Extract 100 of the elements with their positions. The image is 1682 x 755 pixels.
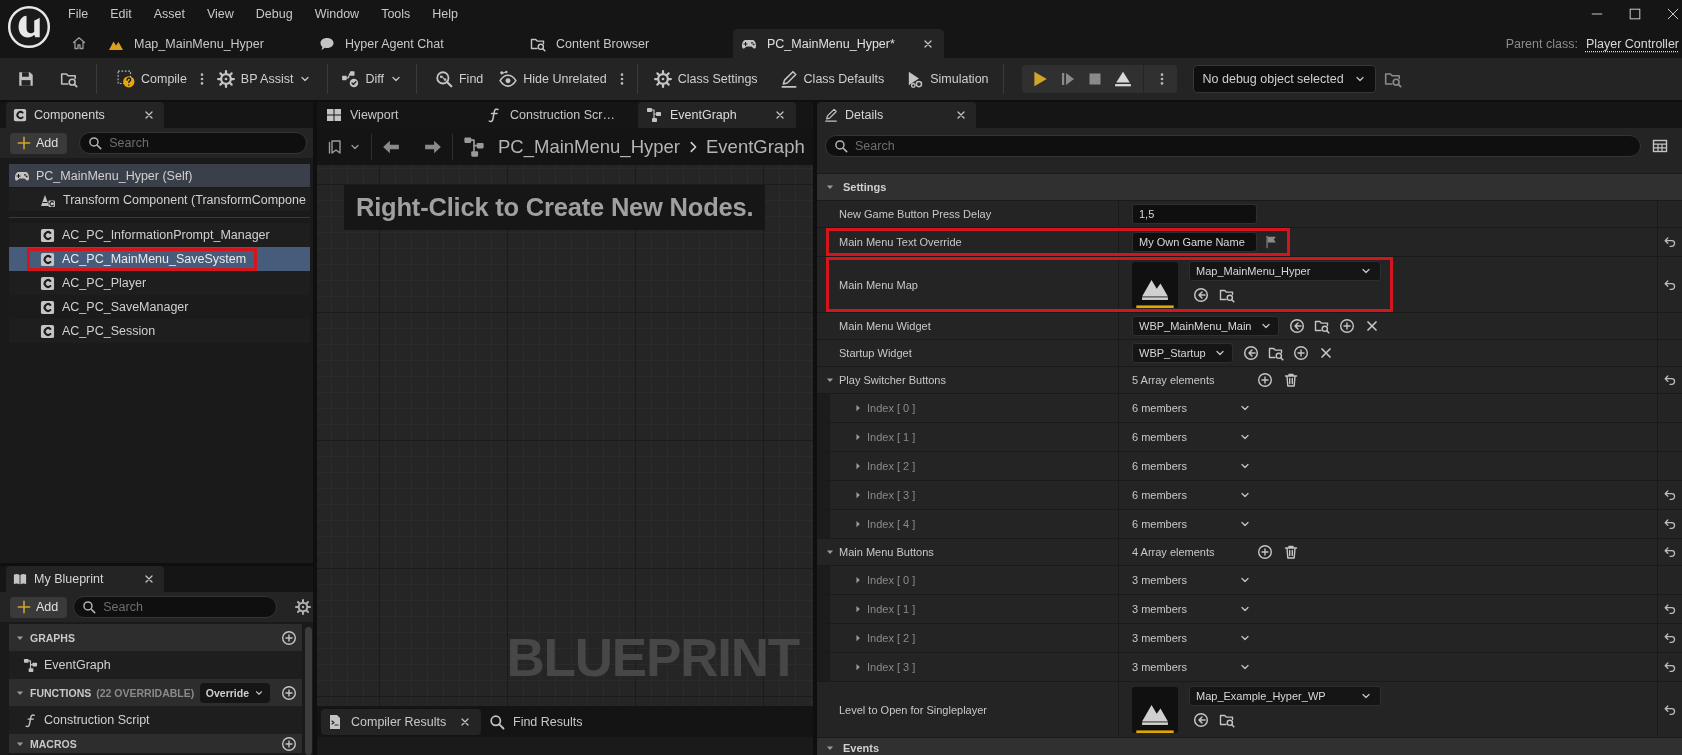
tree-item[interactable]: AC_PC_InformationPrompt_Manager [9,223,310,247]
panel-tab[interactable]: Find Results [483,708,643,735]
home-icon[interactable] [70,34,87,51]
bookmark-icon[interactable] [327,138,343,155]
find-button[interactable]: Find [434,64,484,94]
close-icon[interactable] [143,573,155,585]
panel-tab[interactable]: Components [6,102,164,128]
close-icon[interactable] [143,109,155,121]
step-icon[interactable] [1059,71,1076,87]
category-header[interactable]: Events [817,738,1682,755]
reset-icon[interactable] [1663,702,1677,717]
class-dropdown[interactable]: WBP_Startup [1132,343,1233,363]
table-icon[interactable] [1652,137,1668,154]
editor-tab[interactable]: Construction Scr… [478,102,636,128]
asset-dropdown[interactable]: Map_Example_Hyper_WP [1189,686,1381,706]
editor-tab[interactable]: Viewport [318,102,476,128]
reset-icon[interactable] [1663,631,1677,645]
panel-tab[interactable]: Compiler Results [321,708,481,735]
folder-search-icon[interactable] [1219,712,1235,728]
menu-item[interactable]: Help [421,6,470,21]
add-button[interactable]: Add [10,132,68,154]
class-dropdown[interactable]: WBP_MainMenu_Main [1132,316,1279,336]
simulation-button[interactable]: Simulation [906,64,989,94]
override-dropdown[interactable]: Override [199,682,270,703]
folder-search-icon[interactable] [1313,318,1330,334]
reset-icon[interactable] [1663,235,1677,249]
text-field[interactable]: My Own Game Name [1132,232,1257,252]
folder-search-icon[interactable] [1383,70,1402,88]
folder-search-icon[interactable] [1267,345,1284,361]
compile-button[interactable]: Compile [117,64,187,94]
reset-icon[interactable] [1663,602,1677,616]
use-selected-icon[interactable] [1193,287,1209,303]
menu-item[interactable]: Asset [142,6,196,21]
save-icon[interactable] [17,70,35,88]
add-button[interactable]: Add [10,596,68,618]
document-tab[interactable]: Content Browser [522,29,733,58]
document-tab[interactable]: PC_MainMenu_Hyper* [733,29,944,58]
use-selected-icon[interactable] [1288,318,1305,334]
list-item[interactable]: Construction Script [9,706,302,734]
use-selected-icon[interactable] [1242,345,1259,361]
category-header[interactable]: Settings [817,174,1682,201]
pencil-icon [824,108,838,122]
add-icon[interactable] [281,629,297,646]
scrollbar[interactable] [305,627,312,755]
flag-icon[interactable] [1264,235,1278,249]
settings-icon[interactable] [295,599,312,615]
search-field[interactable]: Search [73,596,278,618]
menu-item[interactable]: Tools [370,6,422,21]
menu-item[interactable]: File [57,6,100,21]
add-icon[interactable] [1292,345,1309,361]
reset-icon[interactable] [1663,517,1677,531]
asset-dropdown[interactable]: Map_MainMenu_Hyper [1189,261,1381,281]
add-icon[interactable] [281,684,297,701]
folder-search-icon[interactable] [60,70,78,88]
close-icon[interactable] [774,109,786,121]
eject-icon[interactable] [1113,70,1132,88]
app-logo-icon[interactable] [7,5,51,49]
reset-icon[interactable] [1663,277,1677,292]
trash-icon[interactable] [1283,544,1299,560]
add-icon[interactable] [1257,544,1273,560]
bp-assist-button[interactable]: BP Assist [216,64,312,94]
number-field[interactable]: 1,5 [1132,204,1257,224]
search-field[interactable]: Search [79,132,307,154]
diff-button[interactable]: Diff [341,64,402,94]
add-icon[interactable] [281,735,297,752]
menu-item[interactable]: Edit [99,6,143,21]
list-item[interactable]: EventGraph [9,651,302,679]
reset-icon[interactable] [1663,545,1677,559]
tree-item[interactable]: PC_MainMenu_Hyper (Self) [9,164,310,187]
reset-icon[interactable] [1663,660,1677,674]
class-defaults-button[interactable]: Class Defaults [779,64,885,94]
breadcrumb-item[interactable]: EventGraph [706,135,805,158]
parent-class-link[interactable]: Player Controller [1585,36,1679,51]
trash-icon[interactable] [1283,372,1299,388]
use-selected-icon[interactable] [1193,712,1209,728]
class-settings-button[interactable]: Class Settings [653,64,758,94]
reset-icon[interactable] [1663,488,1677,502]
editor-tab[interactable]: EventGraph [638,102,796,128]
document-tab[interactable]: Hyper Agent Chat [311,29,522,58]
menu-item[interactable]: Window [303,6,371,21]
menu-item[interactable]: View [195,6,245,21]
add-icon[interactable] [1338,318,1355,334]
tree-item[interactable]: Transform Component (TransformCompone [9,188,310,211]
document-tab[interactable]: Map_MainMenu_Hyper [100,29,311,58]
folder-search-icon[interactable] [1219,287,1235,303]
debug-object-dropdown[interactable]: No debug object selected [1192,65,1376,93]
hide-unrelated-button[interactable]: Hide Unrelated [499,64,607,94]
panel-tab[interactable]: Details [817,102,976,128]
close-icon[interactable] [955,109,967,121]
tree-item[interactable]: AC_PC_Player [9,271,310,295]
maximize-icon[interactable] [1628,6,1642,21]
search-field[interactable]: Search [825,134,1641,157]
add-icon[interactable] [1257,372,1273,388]
breadcrumb-item[interactable]: PC_MainMenu_Hyper [498,135,680,158]
close-icon[interactable] [1666,6,1680,21]
menu-item[interactable]: Debug [244,6,304,21]
panel-tab[interactable]: My Blueprint [6,566,164,592]
tree-item[interactable]: AC_PC_MainMenu_SaveSystem [9,247,310,271]
reset-icon[interactable] [1663,373,1677,387]
tree-item[interactable]: AC_PC_Session [9,319,310,343]
